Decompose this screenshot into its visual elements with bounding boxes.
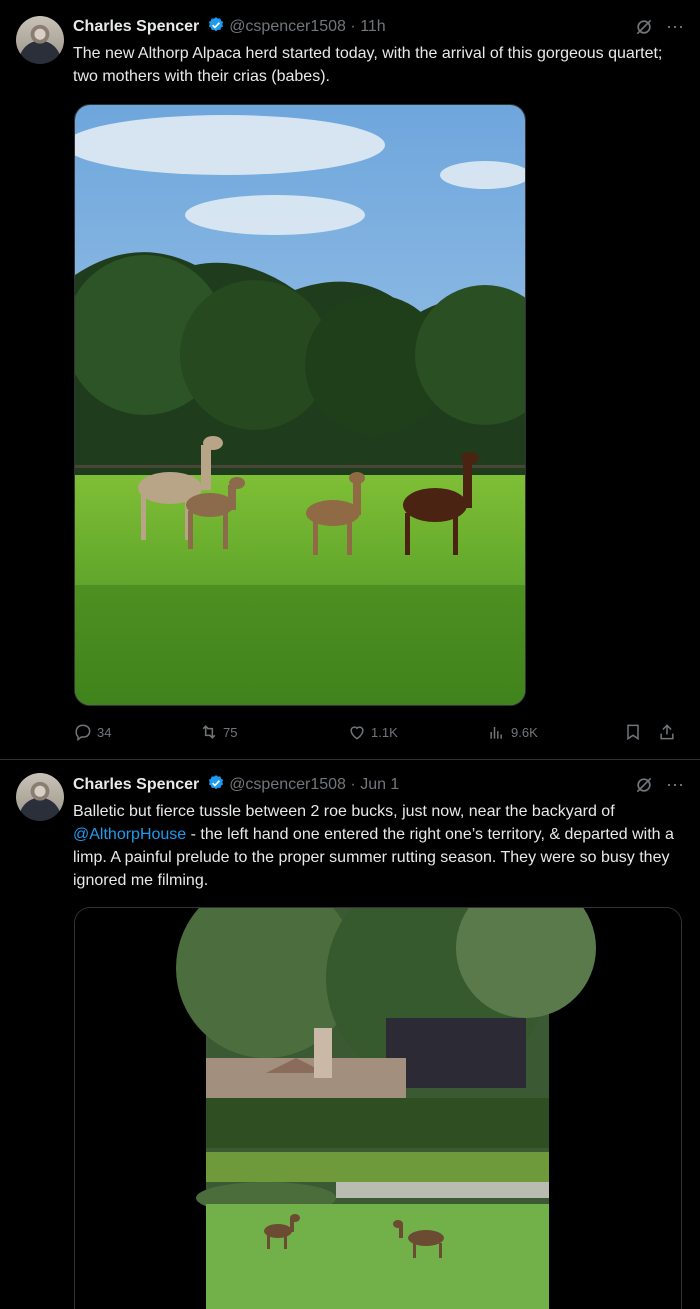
view-count: 9.6K — [511, 724, 538, 740]
author-handle[interactable]: @cspencer1508 — [229, 18, 346, 35]
tweet-text: The new Althorp Alpaca herd started toda… — [73, 45, 663, 85]
views-icon — [490, 727, 502, 739]
like-count: 1.1K — [371, 724, 398, 740]
share-button[interactable] — [657, 720, 677, 744]
author-name[interactable]: Charles Spencer — [73, 776, 199, 793]
more-options-icon[interactable]: ⋯ — [666, 16, 684, 38]
roe-bucks-video-frame — [75, 908, 681, 1309]
verified-badge-icon — [208, 17, 223, 32]
author-handle[interactable]: @cspencer1508 — [229, 776, 346, 793]
reply-count: 34 — [97, 724, 112, 740]
tweet-roe-bucks[interactable]: Charles Spencer @cspencer1508 · Jun 1 ⋯ … — [0, 761, 700, 1309]
bookmark-icon — [627, 724, 639, 741]
repost-count: 75 — [223, 724, 238, 740]
tweet-text-part: Balletic but fierce tussle between 2 roe… — [73, 803, 615, 820]
tweet-header: Charles Spencer @cspencer1508 · 11h ⋯ — [73, 16, 684, 38]
grok-icon[interactable] — [634, 17, 654, 37]
repost-icon — [202, 725, 216, 739]
tweet-alpaca[interactable]: Charles Spencer @cspencer1508 · 11h ⋯ Th… — [0, 0, 700, 760]
timestamp[interactable]: 11h — [360, 18, 386, 35]
share-icon — [660, 724, 674, 740]
author-name[interactable]: Charles Spencer — [73, 18, 199, 35]
like-button[interactable]: 1.1K — [347, 720, 398, 744]
tweet-text: Balletic but fierce tussle between 2 roe… — [73, 800, 684, 892]
tweet-actions: 34 75 1.1K 9.6K — [73, 720, 684, 744]
avatar[interactable] — [16, 773, 64, 821]
repost-button[interactable]: 75 — [199, 720, 237, 744]
grok-icon[interactable] — [634, 775, 654, 795]
avatar[interactable] — [16, 16, 64, 64]
tweet-photo-alpacas[interactable] — [74, 104, 526, 706]
tweet-video-roe-bucks[interactable] — [74, 907, 682, 1309]
timestamp[interactable]: Jun 1 — [360, 776, 399, 793]
more-options-icon[interactable]: ⋯ — [666, 774, 684, 796]
tweet-header: Charles Spencer @cspencer1508 · Jun 1 ⋯ — [73, 774, 684, 796]
bookmark-button[interactable] — [623, 720, 643, 744]
heart-icon — [350, 726, 364, 740]
reply-button[interactable]: 34 — [73, 720, 111, 744]
alpaca-photo — [75, 105, 525, 705]
mention-link[interactable]: @AlthorpHouse — [73, 826, 186, 843]
verified-badge-icon — [208, 775, 223, 790]
reply-icon — [75, 724, 91, 741]
separator-dot: · — [350, 18, 356, 35]
views-button[interactable]: 9.6K — [487, 720, 538, 744]
separator-dot: · — [350, 776, 356, 793]
